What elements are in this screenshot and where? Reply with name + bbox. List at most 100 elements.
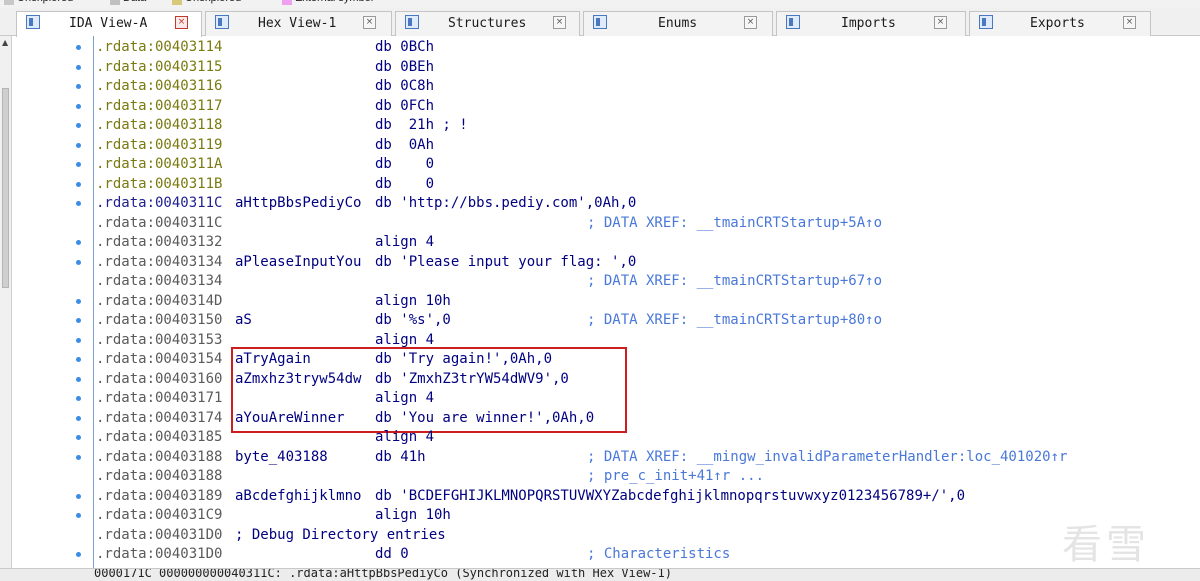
listing-line[interactable]: .rdata:00403132 align 4 [12, 233, 1200, 253]
scroll-up-icon[interactable]: ▲ [2, 38, 8, 47]
tab-label: Hex View-1 [258, 16, 337, 31]
left-gutter[interactable]: ▲ [0, 36, 12, 580]
listing-line[interactable]: .rdata:00403115 db 0BEh [12, 58, 1200, 78]
bullet-icon [76, 454, 81, 460]
tab-enums[interactable]: Enums × [583, 11, 773, 36]
listing-line[interactable]: .rdata:0040314D align 10h [12, 292, 1200, 312]
listing-line[interactable]: .rdata:00403119 db 0Ah [12, 136, 1200, 156]
listing-line[interactable]: .rdata:0040311C aHttpBbsPediyCo db 'http:/… [12, 194, 1200, 214]
address: .rdata:00403188 [96, 448, 223, 465]
listing-line[interactable]: .rdata:00403171 align 4 [12, 389, 1200, 409]
listing-line[interactable]: .rdata:00403150 aS db '%s',0 ; DATA XREF: _… [12, 311, 1200, 331]
address: .rdata:00403116 [96, 78, 223, 94]
close-icon[interactable]: × [744, 16, 757, 29]
symbol-label[interactable]: aBcdefghijklmno [235, 487, 361, 507]
tab-ida-view-a[interactable]: IDA View-A × [16, 11, 202, 37]
bullet-icon [76, 201, 81, 206]
instruction: db 'ZmxhZ3trYW54dWV9',0 [375, 370, 569, 387]
listing-line[interactable]: .rdata:00403134 aPleaseInputYou db 'Please… [12, 253, 1200, 273]
view-icon [26, 15, 40, 29]
close-icon[interactable]: × [553, 16, 566, 29]
tab-structures[interactable]: Structures × [395, 11, 580, 36]
tab-exports[interactable]: Exports × [969, 11, 1151, 36]
symbol-label[interactable]: aHttpBbsPediyCo [235, 194, 361, 214]
listing-line[interactable]: .rdata:00403118 db 21h ; ! [12, 116, 1200, 136]
address: .rdata:004031D0 [96, 546, 223, 562]
instruction: db '%s',0 [375, 312, 451, 328]
listing-line[interactable]: .rdata:00403154 aTryAgain db 'Try again!',… [12, 350, 1200, 370]
listing-line[interactable]: .rdata:00403114 db 0BCh [12, 38, 1200, 58]
listing-line[interactable]: .rdata:0040311C ; DATA XREF: __tmainCRTSt… [12, 214, 1200, 234]
symbol-label[interactable]: byte_403188 [235, 448, 328, 468]
address: .rdata:00403119 [96, 136, 223, 153]
symbol-label[interactable]: aZmxhz3tryw54dw [235, 370, 361, 390]
bullet-icon [76, 513, 81, 518]
listing-line[interactable]: .rdata:00403153 align 4 [12, 331, 1200, 351]
listing-line[interactable]: .rdata:00403160 aZmxhz3tryw54dw db 'ZmxhZ3… [12, 370, 1200, 390]
instruction: db 0BEh [375, 58, 435, 75]
listing-line[interactable]: .rdata:004031D0 dd 0 ; Characteristics [12, 545, 1200, 565]
scrollbar-thumb[interactable] [2, 88, 9, 288]
address: .rdata:00403134 [96, 273, 223, 289]
listing-line[interactable]: .rdata:00403185 align 4 [12, 428, 1200, 448]
instruction: db 0 [375, 156, 435, 172]
address: .rdata:00403185 [96, 429, 223, 445]
address: .rdata:00403189 [96, 487, 223, 504]
bullet-icon [76, 123, 81, 128]
address: .rdata:00403150 [96, 312, 223, 328]
tab-hex-view-1[interactable]: Hex View-1 × [205, 11, 392, 36]
close-icon[interactable]: × [175, 16, 188, 29]
bullet-icon [76, 162, 81, 167]
xref-comment[interactable]: ; Characteristics [587, 545, 730, 565]
listing-line[interactable]: .rdata:00403174 aYouAreWinner db 'You are … [12, 409, 1200, 429]
legend-label: Unexplored [185, 0, 241, 4]
address: .rdata:00403114 [96, 39, 223, 55]
symbol-label[interactable]: aTryAgain [235, 350, 311, 370]
instruction: align 10h [375, 292, 451, 309]
legend-strip: Unexplored Data Unexplored External symbol [0, 0, 1200, 8]
listing-line[interactable]: .rdata:00403188 ; pre_c_init+41↑r ... [12, 467, 1200, 487]
listing-line[interactable]: .rdata:00403189 aBcdefghijklmno db 'BCDEFG… [12, 487, 1200, 507]
disassembly-listing[interactable]: .rdata:00403114 db 0BCh .rdata:00403115 db … [12, 36, 1200, 568]
xref-comment[interactable]: ; DATA XREF: __mingw_invalidParameterHan… [587, 448, 1067, 468]
listing-line[interactable]: .rdata:00403117 db 0FCh [12, 97, 1200, 117]
listing-line[interactable]: .rdata:00403116 db 0C8h [12, 77, 1200, 97]
listing-line[interactable]: .rdata:0040311A db 0 [12, 155, 1200, 175]
legend-swatch [110, 0, 120, 5]
xref-comment[interactable]: ; DATA XREF: __tmainCRTStartup+5A↑o [587, 214, 882, 234]
address: .rdata:00403118 [96, 117, 223, 133]
address: .rdata:00403171 [96, 390, 223, 406]
address: .rdata:00403160 [96, 370, 223, 387]
tab-bar: IDA View-A × Hex View-1 × Structures × Enums × I… [0, 8, 1200, 37]
symbol-label[interactable]: aYouAreWinner [235, 409, 345, 429]
address: .rdata:00403132 [96, 234, 223, 250]
xref-comment[interactable]: ; pre_c_init+41↑r ... [587, 467, 764, 487]
listing-line[interactable]: .rdata:004031C9 align 10h [12, 506, 1200, 526]
listing-line[interactable]: .rdata:004031D0 ; Debug Directory entries [12, 526, 1200, 546]
xref-comment[interactable]: ; DATA XREF: __tmainCRTStartup+67↑o [587, 272, 882, 292]
address: .rdata:0040311A [96, 156, 223, 172]
listing-line[interactable]: .rdata:00403188 byte_403188 db 41h ; DATA X… [12, 448, 1200, 468]
listing-line[interactable]: .rdata:0040311B db 0 [12, 175, 1200, 195]
legend-swatch [172, 0, 182, 5]
tab-imports[interactable]: Imports × [776, 11, 966, 36]
bullet-icon [76, 84, 81, 89]
legend-label: Unexplored [17, 0, 73, 4]
close-icon[interactable]: × [934, 16, 947, 29]
legend-label: Data [123, 0, 146, 4]
instruction: db 0FCh [375, 97, 435, 114]
symbol-label[interactable]: ; Debug Directory entries [235, 526, 446, 546]
address: .rdata:00403154 [96, 351, 223, 367]
close-icon[interactable]: × [363, 16, 376, 29]
view-icon [215, 15, 229, 29]
xref-comment[interactable]: ; DATA XREF: __tmainCRTStartup+80↑o [587, 311, 882, 331]
symbol-label[interactable]: aPleaseInputYou [235, 253, 361, 273]
instruction: db 'BCDEFGHIJKLMNOPQRSTUVWXYZabcdefghijk… [375, 487, 966, 504]
bullet-icon [76, 142, 81, 148]
close-icon[interactable]: × [1123, 16, 1136, 29]
instruction: db 'You are winner!',0Ah,0 [375, 409, 595, 426]
instruction: db 0C8h [375, 78, 435, 94]
listing-line[interactable]: .rdata:00403134 ; DATA XREF: __tmainCRTSt… [12, 272, 1200, 292]
bullet-icon [76, 396, 81, 401]
symbol-label[interactable]: aS [235, 311, 252, 331]
